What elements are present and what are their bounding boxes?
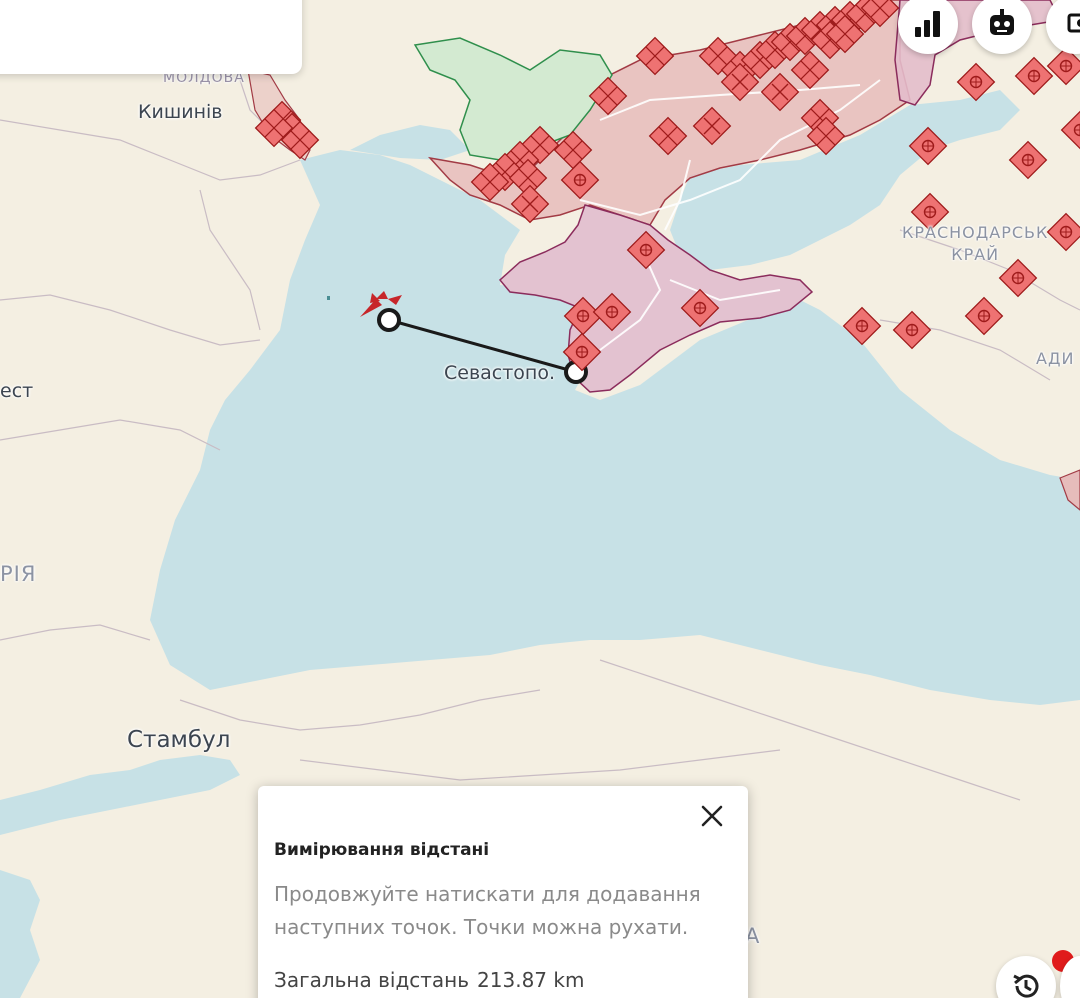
label-adygea: АДИ bbox=[1036, 349, 1075, 368]
sea-dot bbox=[327, 296, 330, 300]
panel-title: Вимірювання відстані bbox=[274, 840, 490, 860]
label-krasnodar: КРАСНОДАРСЬК КРАЙ bbox=[902, 222, 1048, 266]
panel-description: Продовжуйте натискати для додавання наст… bbox=[274, 882, 701, 939]
robot-icon bbox=[990, 9, 1014, 35]
label-krasnodar-line2: КРАЙ bbox=[951, 245, 1000, 264]
total-distance-label: Загальна відстань bbox=[274, 968, 470, 992]
distance-measure-panel: Вимірювання відстані Продовжуйте натиска… bbox=[258, 786, 748, 998]
label-bucharest-fragment: ест bbox=[0, 380, 34, 402]
history-icon bbox=[1013, 974, 1039, 998]
panel-total-distance: Загальна відстань 213.87 km bbox=[274, 968, 584, 992]
close-button[interactable] bbox=[694, 798, 730, 834]
measure-point-sea[interactable] bbox=[377, 308, 401, 332]
money-icon bbox=[1067, 13, 1080, 33]
label-krasnodar-line1: КРАСНОДАРСЬК bbox=[902, 223, 1049, 242]
label-romania-fragment: РІЯ bbox=[0, 562, 37, 586]
label-chisinau: Кишинів bbox=[138, 101, 223, 123]
total-distance-value: 213.87 km bbox=[477, 968, 585, 992]
label-istanbul: Стамбул bbox=[127, 727, 231, 753]
label-sevastopol: Севастопо. bbox=[444, 362, 556, 384]
close-icon bbox=[701, 805, 723, 827]
stats-icon bbox=[915, 11, 940, 37]
top-info-card[interactable] bbox=[0, 0, 302, 74]
